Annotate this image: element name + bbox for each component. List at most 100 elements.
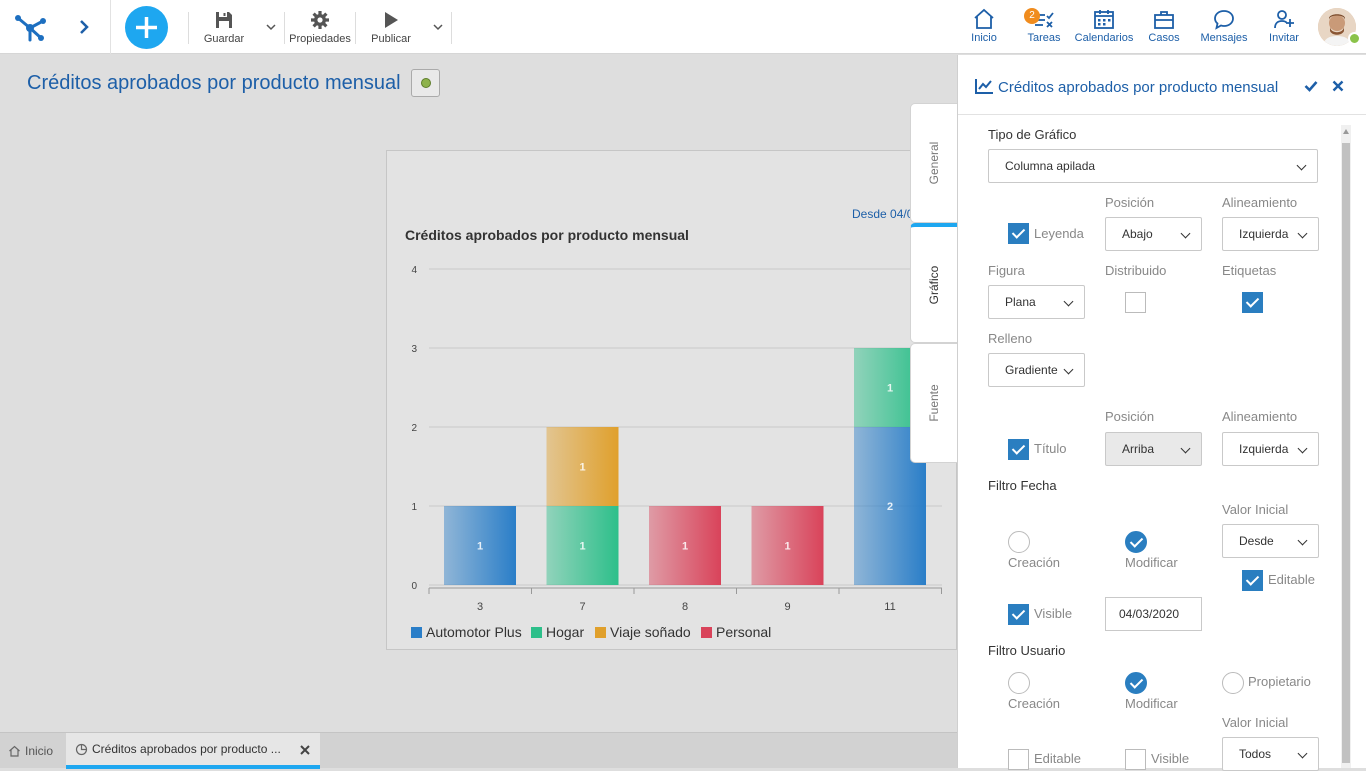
usuario-editable-label: Editable: [1034, 751, 1081, 766]
fecha-modificar-label: Modificar: [1125, 555, 1178, 570]
chart-x-tick-label: 7: [579, 601, 585, 613]
tab-grafico-label: Gráfico: [927, 265, 941, 304]
properties-button[interactable]: Propiedades: [288, 0, 352, 54]
etiquetas-checkbox[interactable]: [1242, 292, 1263, 313]
usuario-visible-label: Visible: [1151, 751, 1190, 766]
filtro-fecha-label: Filtro Fecha: [988, 478, 1057, 493]
usuario-propietario-label: Propietario: [1248, 674, 1311, 689]
scroll-up-arrow-icon[interactable]: [1343, 129, 1349, 134]
chart-x-tick-label: 3: [477, 601, 483, 613]
add-user-icon: [1274, 10, 1294, 29]
tasks-badge: 2: [1024, 8, 1040, 24]
nav-mensajes[interactable]: Mensajes: [1199, 0, 1249, 54]
usuario-editable-checkbox[interactable]: [1008, 749, 1029, 770]
tipo-grafico-select[interactable]: Columna apilada: [988, 149, 1318, 183]
chart-data-label: 1: [682, 541, 688, 553]
tab-general[interactable]: General: [910, 103, 957, 223]
tab-fuente[interactable]: Fuente: [910, 343, 957, 463]
fecha-creacion-radio[interactable]: [1008, 531, 1030, 553]
fecha-visible-checkbox[interactable]: [1008, 604, 1029, 625]
tab-grafico[interactable]: Gráfico: [910, 223, 957, 343]
nav-invitar-label: Invitar: [1269, 32, 1299, 44]
leyenda-posicion-label: Posición: [1105, 195, 1155, 210]
bottom-tab-inicio[interactable]: Inicio: [8, 733, 66, 769]
close-icon[interactable]: [300, 745, 310, 755]
usuario-valor-inicial-value: Todos: [1239, 747, 1272, 761]
chart-data-label: 1: [579, 462, 585, 474]
close-icon[interactable]: [1332, 80, 1344, 92]
fecha-modificar-radio[interactable]: [1125, 531, 1147, 553]
figura-label: Figura: [988, 263, 1025, 278]
chart-data-label: 1: [579, 541, 585, 553]
chart-date-filter-label: Desde 04/0: [852, 207, 914, 221]
usuario-valor-inicial-label: Valor Inicial: [1222, 715, 1289, 730]
chat-bubble-icon: [1214, 10, 1234, 30]
bottom-tab-active[interactable]: Créditos aprobados por producto ...: [66, 733, 320, 769]
leyenda-alineamiento-value: Izquierda: [1239, 227, 1289, 241]
app-logo-icon[interactable]: [12, 10, 48, 44]
nav-inicio-label: Inicio: [971, 32, 997, 44]
panel-scrollbar[interactable]: [1341, 125, 1351, 768]
chart-legend-swatch: [701, 627, 712, 638]
add-button[interactable]: [125, 6, 168, 49]
nav-casos-label: Casos: [1148, 32, 1180, 44]
scrollbar-thumb[interactable]: [1342, 143, 1350, 763]
briefcase-icon: [1154, 11, 1174, 29]
status-indicator[interactable]: [411, 69, 440, 97]
usuario-modificar-label: Modificar: [1125, 696, 1178, 711]
usuario-creacion-radio[interactable]: [1008, 672, 1030, 694]
usuario-propietario-radio[interactable]: [1222, 672, 1244, 694]
fecha-valor-inicial-select[interactable]: Desde: [1222, 524, 1319, 558]
usuario-creacion-label: Creación: [1008, 696, 1061, 711]
divider: [451, 12, 452, 44]
titulo-label: Título: [1034, 441, 1067, 456]
chart-legend-label: Hogar: [546, 624, 584, 640]
leyenda-alineamiento-label: Alineamiento: [1222, 195, 1298, 210]
properties-label: Propiedades: [289, 32, 351, 45]
confirm-check-icon[interactable]: [1304, 80, 1318, 92]
chart-data-label: 1: [887, 383, 893, 395]
fecha-editable-label: Editable: [1268, 572, 1315, 587]
chevron-right-icon[interactable]: [76, 17, 92, 37]
fecha-input[interactable]: 04/03/2020: [1105, 597, 1202, 631]
properties-panel: Créditos aprobados por producto mensual …: [957, 55, 1366, 771]
figura-select[interactable]: Plana: [988, 285, 1085, 319]
chart-legend-swatch: [531, 627, 542, 638]
chart-data-label: 1: [477, 541, 483, 553]
titulo-alineamiento-select[interactable]: Izquierda: [1222, 432, 1319, 466]
leyenda-alineamiento-select[interactable]: Izquierda: [1222, 217, 1319, 251]
main-area: Créditos aprobados por producto mensual …: [0, 55, 957, 732]
titulo-posicion-value: Arriba: [1122, 442, 1155, 456]
chart-data-label: 2: [887, 501, 893, 513]
publish-dropdown-chevron-icon[interactable]: [431, 20, 445, 32]
home-icon: [974, 8, 994, 29]
usuario-modificar-radio[interactable]: [1125, 672, 1147, 694]
leyenda-checkbox[interactable]: [1008, 223, 1029, 244]
tab-fuente-label: Fuente: [927, 384, 941, 422]
line-chart-icon: [975, 79, 993, 94]
titulo-checkbox[interactable]: [1008, 439, 1029, 460]
chart-legend-label: Personal: [716, 624, 771, 640]
nav-inicio[interactable]: Inicio: [964, 0, 1004, 54]
nav-invitar[interactable]: Invitar: [1264, 0, 1304, 54]
usuario-visible-checkbox[interactable]: [1125, 749, 1146, 770]
nav-casos[interactable]: Casos: [1146, 0, 1182, 54]
titulo-alineamiento-value: Izquierda: [1239, 442, 1289, 456]
distribuido-checkbox[interactable]: [1125, 292, 1146, 313]
chart-title: Créditos aprobados por producto mensual: [405, 227, 689, 243]
relleno-select[interactable]: Gradiente: [988, 353, 1085, 387]
fecha-editable-checkbox[interactable]: [1242, 570, 1263, 591]
leyenda-posicion-select[interactable]: Abajo: [1105, 217, 1202, 251]
publish-button[interactable]: Publicar: [366, 0, 416, 54]
save-dropdown-chevron-icon[interactable]: [264, 20, 278, 32]
divider: [355, 12, 356, 44]
nav-calendarios[interactable]: Calendarios: [1073, 0, 1135, 54]
save-button[interactable]: Guardar: [200, 0, 248, 54]
bottom-tab-active-label: Créditos aprobados por producto ...: [92, 742, 281, 756]
usuario-valor-inicial-select[interactable]: Todos: [1222, 737, 1319, 771]
tipo-grafico-value: Columna apilada: [1005, 159, 1096, 173]
relleno-label: Relleno: [988, 331, 1033, 346]
leyenda-label: Leyenda: [1034, 226, 1084, 241]
fecha-visible-label: Visible: [1034, 606, 1073, 621]
chart-legend-swatch: [595, 627, 606, 638]
